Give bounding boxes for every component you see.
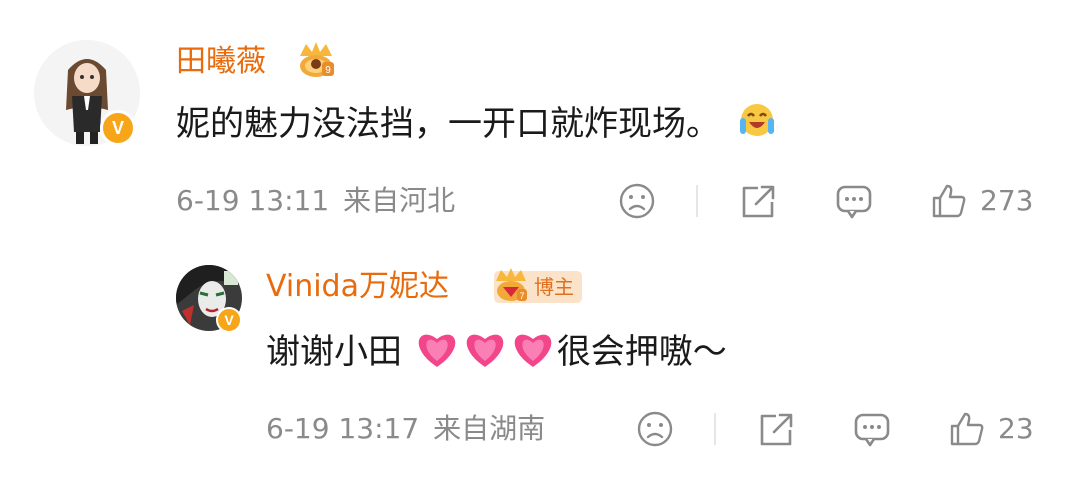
comment-icon <box>836 185 872 219</box>
reply-text: 谢谢小田 很会押嗷～ <box>266 327 727 380</box>
comment-text: 妮的魅力没法挡，一开口就炸现场。 <box>176 100 777 151</box>
location: 来自河北 <box>343 184 456 217</box>
reply-button[interactable] <box>834 182 874 220</box>
dislike-button[interactable] <box>618 182 656 220</box>
comment-meta: 6-19 13:17 来自湖南 <box>266 411 545 447</box>
pink-heart-emoji-icon <box>461 327 509 380</box>
username[interactable]: 田曦薇 <box>176 44 266 80</box>
verified-badge-icon: V <box>100 110 136 146</box>
share-button[interactable] <box>738 182 778 220</box>
divider <box>696 185 698 217</box>
laughing-crying-emoji-icon <box>737 100 777 151</box>
share-icon <box>760 413 793 446</box>
divider <box>714 413 716 445</box>
svg-text:9: 9 <box>325 65 331 76</box>
pink-heart-emoji-icon <box>413 327 461 380</box>
avatar[interactable]: V <box>176 265 242 333</box>
thumbs-up-icon <box>932 184 966 218</box>
location: 来自湖南 <box>433 412 546 445</box>
crown-badge-icon[interactable]: 9 <box>292 38 340 80</box>
like-button[interactable]: 273 <box>930 182 1033 220</box>
share-button[interactable] <box>756 410 796 448</box>
reply-item: V Vinida万妮达 博主 7 谢谢小田 很会押嗷～ 6-19 13:17 来… <box>0 245 1080 480</box>
blogger-tag-label: 博主 <box>534 275 574 299</box>
dislike-button[interactable] <box>636 410 674 448</box>
timestamp: 6-19 13:17 <box>266 412 420 445</box>
avatar[interactable]: V <box>34 40 140 146</box>
username[interactable]: Vinida万妮达 <box>266 269 449 305</box>
thumbs-up-icon <box>950 412 984 446</box>
comment-meta: 6-19 13:11 来自河北 <box>176 183 455 219</box>
comment-thread: V 田曦薇 9 妮的魅力没法挡，一开口就炸现场。 6-19 13:11 来自河北… <box>0 0 1080 480</box>
timestamp: 6-19 13:11 <box>176 184 330 217</box>
like-count: 273 <box>980 184 1034 217</box>
reply-button[interactable] <box>852 410 892 448</box>
verified-badge-icon: V <box>216 307 242 333</box>
comment-item: V 田曦薇 9 妮的魅力没法挡，一开口就炸现场。 6-19 13:11 来自河北… <box>0 0 1080 245</box>
crown-badge-icon: 7 <box>490 265 532 305</box>
comment-body: 妮的魅力没法挡，一开口就炸现场。 <box>176 104 720 144</box>
pink-heart-emoji-icon <box>509 327 557 380</box>
sad-face-icon <box>637 411 673 447</box>
comment-icon <box>854 413 890 447</box>
share-icon <box>742 185 775 218</box>
sad-face-icon <box>619 183 655 219</box>
reply-body-start: 谢谢小田 <box>266 332 402 372</box>
like-count: 23 <box>998 412 1034 445</box>
like-button[interactable]: 23 <box>948 410 1034 448</box>
svg-text:7: 7 <box>519 291 524 301</box>
reply-body-end: 很会押嗷～ <box>556 332 727 372</box>
